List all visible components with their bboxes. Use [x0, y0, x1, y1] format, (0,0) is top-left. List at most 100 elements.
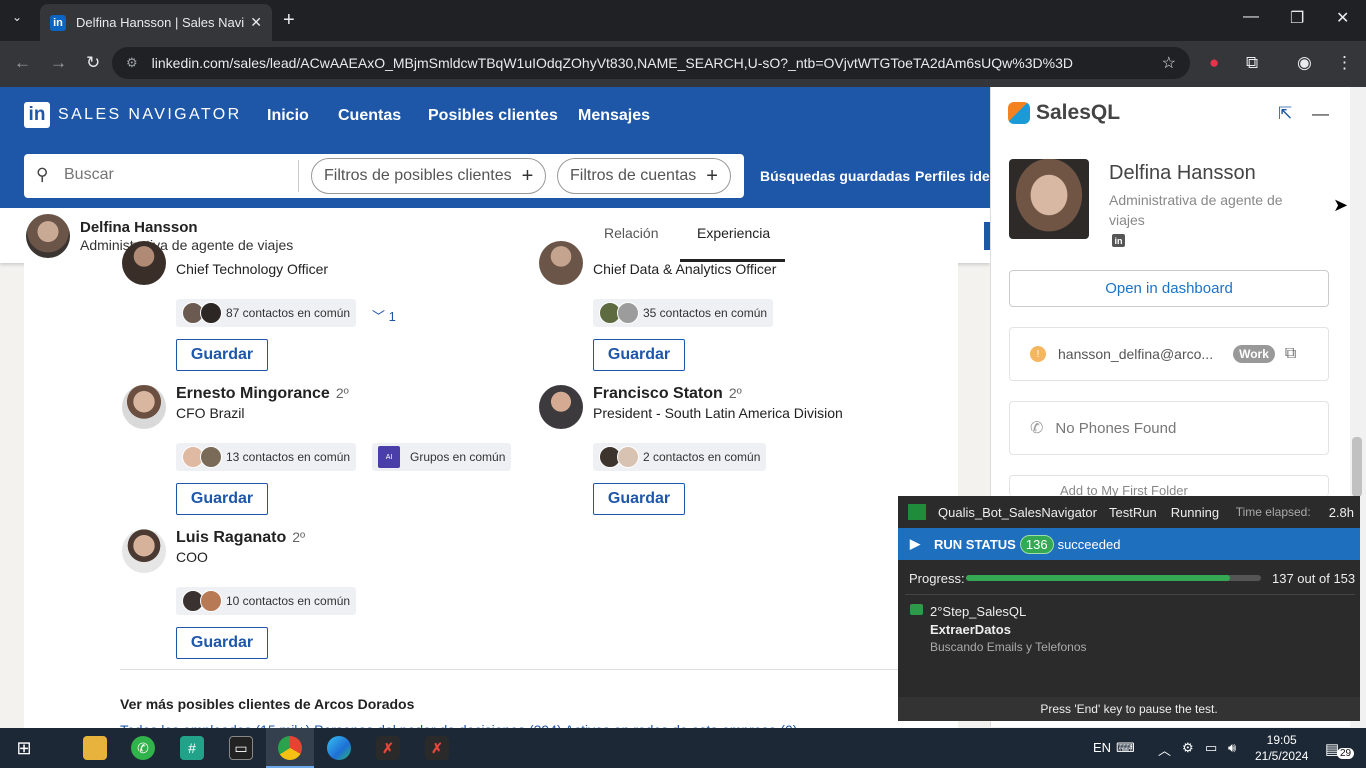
no-phones-text: No Phones Found: [1055, 419, 1177, 437]
minimize-panel-icon[interactable]: —: [1312, 104, 1329, 124]
close-window-icon[interactable]: ✕: [1336, 8, 1349, 28]
reload-icon[interactable]: ↻: [86, 53, 100, 73]
file-explorer-icon[interactable]: [83, 736, 107, 760]
nav-posibles-clientes[interactable]: Posibles clientes: [428, 107, 558, 125]
close-tab-icon[interactable]: ✕: [250, 14, 262, 31]
lead-filters-button[interactable]: Filtros de posibles clientes +: [311, 158, 547, 194]
whatsapp-icon[interactable]: ✆: [131, 736, 155, 760]
copy-icon[interactable]: ⧉: [1285, 345, 1296, 363]
address-bar[interactable]: ⚙ linkedin.com/sales/lead/ACwAAEAxO_MBjm…: [112, 47, 1190, 79]
linkedin-icon[interactable]: in: [1112, 234, 1125, 247]
tray-chevron-icon[interactable]: ︿: [1158, 740, 1171, 759]
person-avatar[interactable]: [122, 241, 166, 285]
save-button[interactable]: Guardar: [593, 339, 685, 371]
open-external-icon[interactable]: ⇱: [1278, 104, 1292, 124]
nav-cuentas[interactable]: Cuentas: [338, 107, 401, 125]
input-language[interactable]: EN: [1093, 740, 1111, 755]
play-icon[interactable]: ▶: [910, 536, 920, 552]
network-icon[interactable]: ⚙: [1182, 740, 1194, 756]
scrollbar-thumb[interactable]: [1352, 437, 1362, 497]
connection-avatars: [182, 590, 222, 612]
account-filters-button[interactable]: Filtros de cuentas +: [557, 158, 731, 194]
mouse-cursor-icon: ➤: [1333, 195, 1349, 215]
clock[interactable]: 19:05 21/5/2024: [1255, 732, 1308, 764]
rx-studio-icon[interactable]: ✗: [425, 736, 449, 760]
saved-searches-link[interactable]: Búsquedas guardadas: [760, 168, 910, 184]
lead-filters-label: Filtros de posibles clientes: [324, 167, 512, 184]
tab-search-icon[interactable]: ⌄: [12, 10, 22, 24]
slack-icon[interactable]: #: [180, 736, 204, 760]
person-title: Chief Technology Officer: [176, 261, 329, 277]
more-chips-toggle[interactable]: ﹀ 1: [372, 306, 396, 325]
back-icon[interactable]: ←: [14, 53, 31, 73]
forward-icon[interactable]: →: [50, 53, 67, 73]
plus-icon: +: [521, 164, 534, 187]
save-button[interactable]: Guardar: [593, 483, 685, 515]
succeeded-count: 136: [1019, 534, 1054, 554]
linkedin-logo-icon[interactable]: in: [24, 102, 50, 128]
person-avatar[interactable]: [122, 529, 166, 573]
nav-inicio[interactable]: Inicio: [267, 107, 309, 125]
browser-tab[interactable]: in Delfina Hansson | Sales Navigat... ✕: [40, 4, 272, 41]
rx-bot-icon[interactable]: ✗: [376, 736, 400, 760]
salesql-lead-name: Delfina Hansson: [1109, 162, 1256, 184]
person-avatar[interactable]: [539, 385, 583, 429]
volume-icon[interactable]: 🔊︎: [1228, 740, 1236, 756]
person-name[interactable]: Francisco Staton 2º: [593, 385, 742, 403]
step-icon: [910, 604, 923, 615]
more-leads-heading: Ver más posibles clientes de Arcos Dorad…: [120, 696, 415, 712]
shared-connections-chip[interactable]: 2 contactos en común: [593, 443, 767, 471]
new-tab-icon[interactable]: +: [283, 9, 295, 32]
shared-connections-chip[interactable]: 35 contactos en común: [593, 299, 774, 327]
app-icon[interactable]: ▭: [229, 736, 253, 760]
profile-avatar-icon[interactable]: ◉: [1297, 53, 1312, 73]
salesql-logo-text: SalesQL: [1036, 101, 1121, 124]
sales-navigator-favicon-icon: in: [50, 14, 66, 31]
person-name[interactable]: Ernesto Mingorance 2º: [176, 385, 349, 403]
shared-groups-chip[interactable]: AI Grupos en común: [372, 443, 512, 471]
search-divider: [298, 160, 299, 192]
open-in-dashboard-button[interactable]: Open in dashboard: [1009, 270, 1329, 307]
keyboard-icon[interactable]: ⌨: [1116, 740, 1135, 756]
browser-menu-icon[interactable]: ⋮: [1336, 53, 1353, 73]
section-divider: [120, 669, 900, 670]
step-detail: Buscando Emails y Telefonos: [930, 640, 1087, 654]
progress-count: 137 out of 153: [1272, 571, 1356, 586]
person-avatar[interactable]: [539, 241, 583, 285]
email-text[interactable]: hansson_delfina@arco...: [1058, 346, 1213, 362]
mini-avatar: [617, 446, 639, 468]
person-avatar[interactable]: [122, 385, 166, 429]
mini-avatar: [200, 446, 222, 468]
windows-start-icon[interactable]: ⊞: [12, 736, 36, 760]
person-name[interactable]: Luis Raganato 2º: [176, 529, 305, 547]
extensions-puzzle-icon[interactable]: ⧉: [1246, 53, 1258, 73]
ideal-profiles-link[interactable]: Perfiles idea: [915, 168, 998, 184]
edge-icon[interactable]: [327, 736, 351, 760]
lead-title: Administrativa de agente de viajes: [80, 237, 294, 253]
folder-row[interactable]: Add to My First Folder: [1009, 475, 1329, 496]
minimize-icon[interactable]: —: [1243, 8, 1259, 26]
group-logo-icon: AI: [378, 446, 400, 468]
shared-connections-chip[interactable]: 87 contactos en común: [176, 299, 357, 327]
battery-icon[interactable]: ▭: [1205, 740, 1217, 756]
site-info-icon[interactable]: ⚙: [126, 55, 138, 71]
extension-icon[interactable]: ●: [1209, 53, 1219, 73]
person-title: President - South Latin America Division: [593, 405, 843, 421]
chrome-icon[interactable]: [278, 736, 302, 760]
nav-mensajes[interactable]: Mensajes: [578, 107, 650, 125]
clock-time: 19:05: [1266, 733, 1297, 747]
shared-connections-text: 35 contactos en común: [643, 306, 768, 320]
save-button[interactable]: Guardar: [176, 627, 268, 659]
search-input[interactable]: [64, 166, 314, 184]
mini-avatar: [200, 590, 222, 612]
bookmark-star-icon[interactable]: ☆: [1162, 53, 1176, 73]
save-button[interactable]: Guardar: [176, 483, 268, 515]
save-button[interactable]: Guardar: [176, 339, 268, 371]
lead-name[interactable]: Delfina Hansson: [80, 219, 198, 236]
shared-connections-chip[interactable]: 10 contactos en común: [176, 587, 357, 615]
tab-experiencia[interactable]: Experiencia: [697, 225, 770, 241]
restore-icon[interactable]: ❐: [1290, 8, 1304, 28]
connection-avatars: [599, 302, 639, 324]
tab-relacion[interactable]: Relación: [604, 225, 658, 241]
shared-connections-chip[interactable]: 13 contactos en común: [176, 443, 357, 471]
